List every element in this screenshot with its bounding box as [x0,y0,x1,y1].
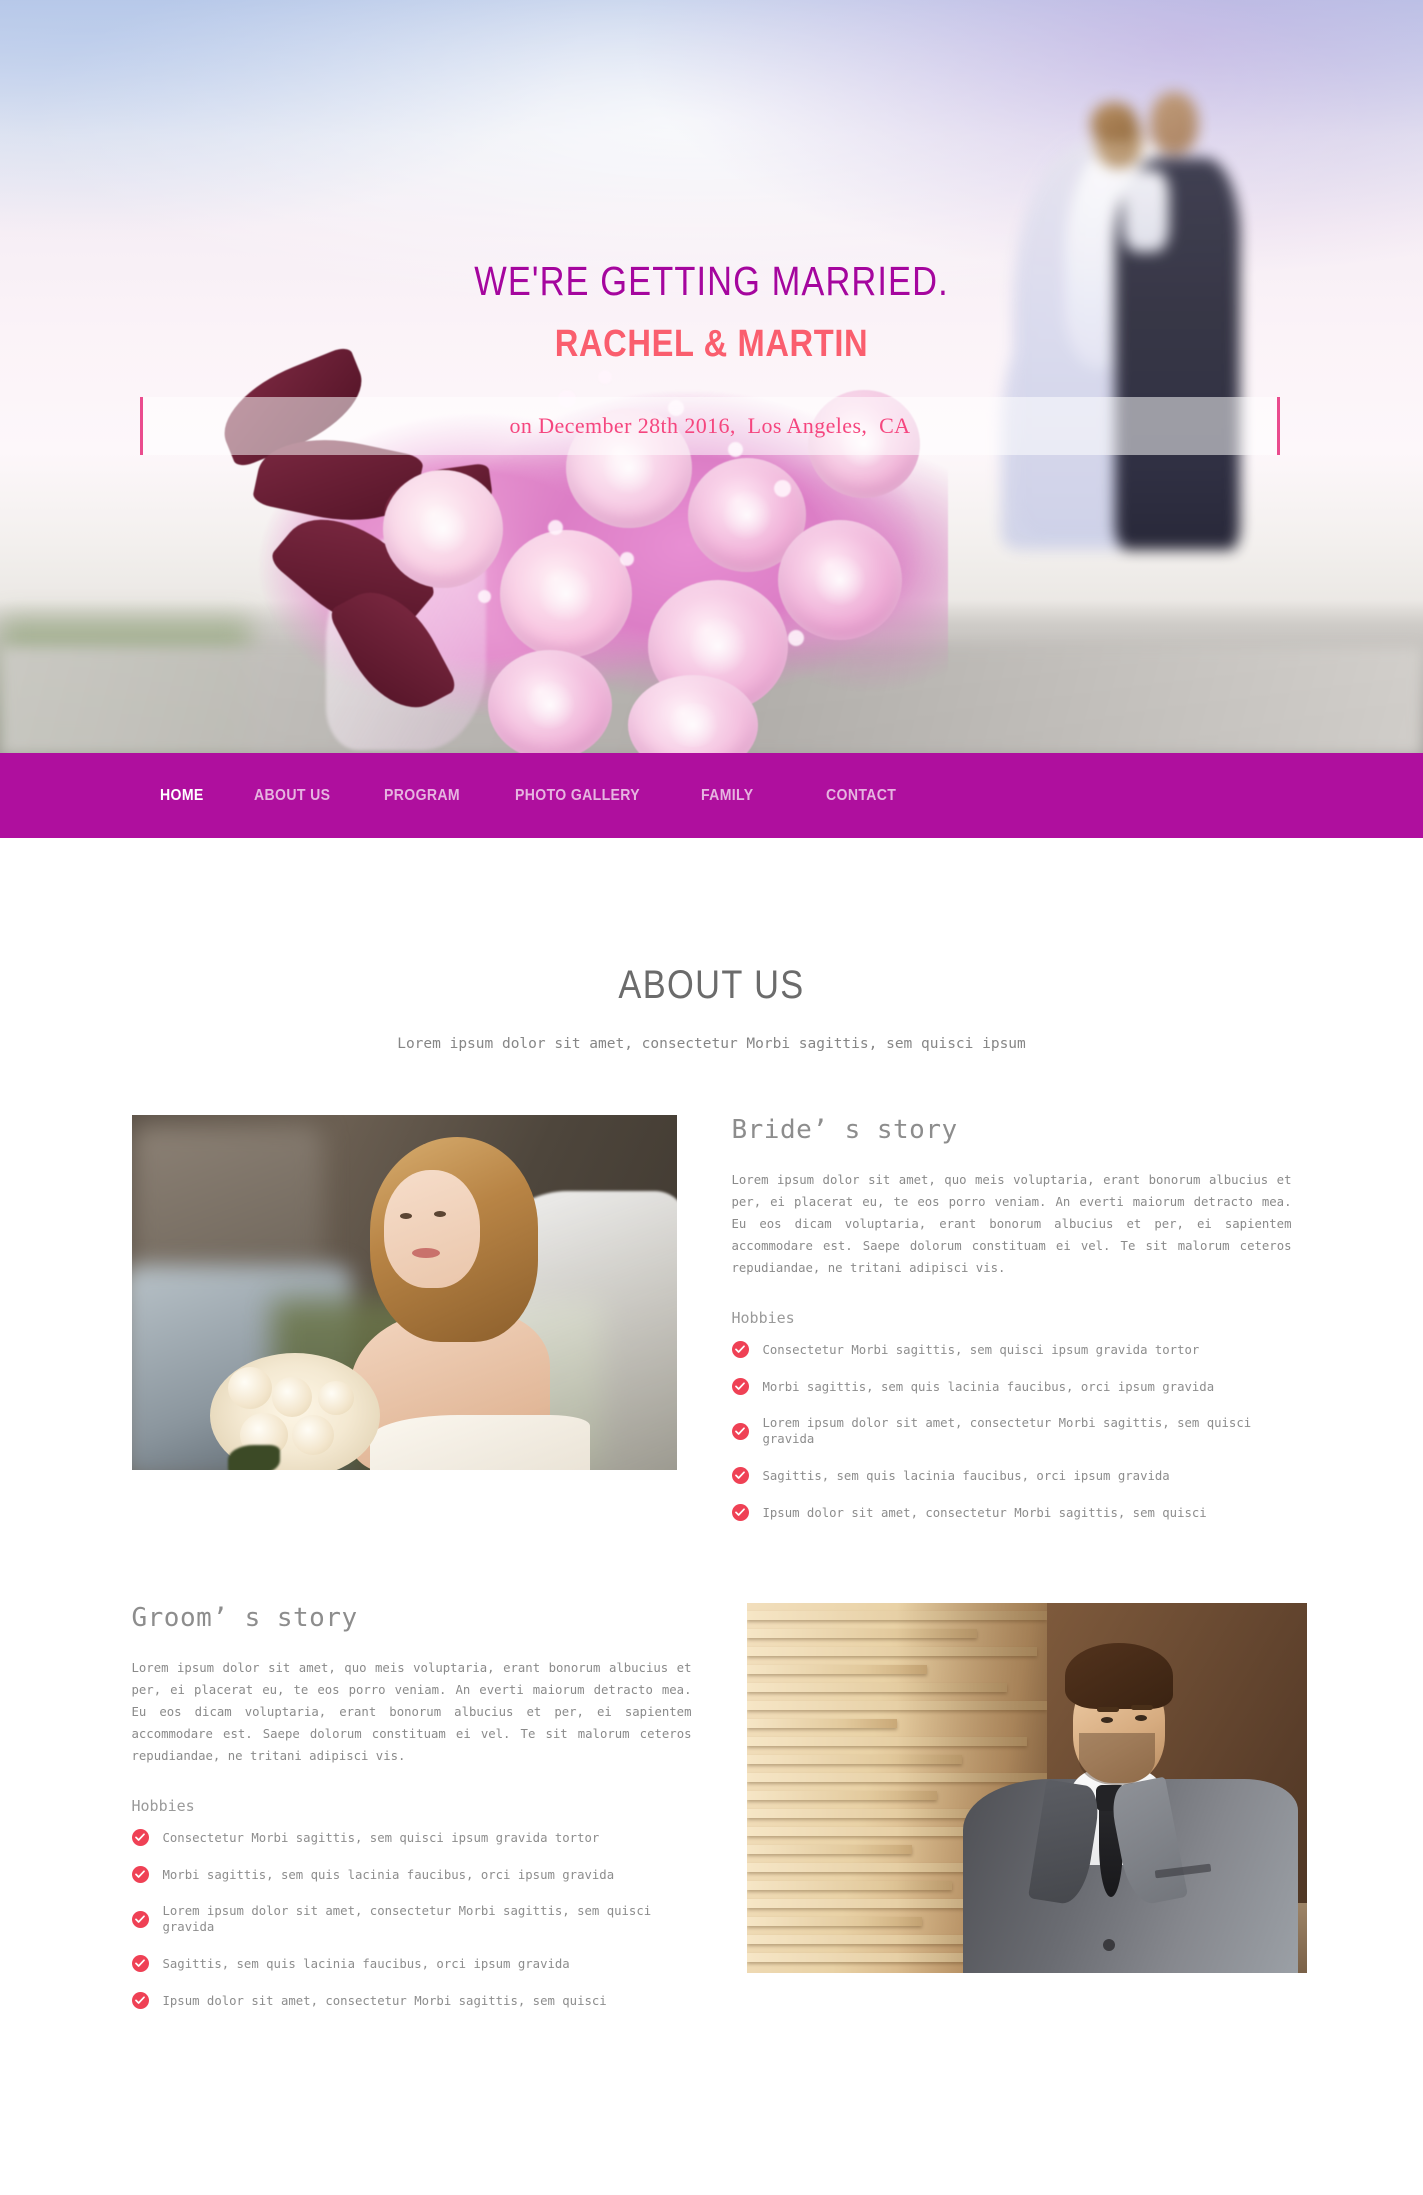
list-item-label: Ipsum dolor sit amet, consectetur Morbi … [762,1505,1207,1520]
list-item: Ipsum dolor sit amet, consectetur Morbi … [131,1992,692,2009]
list-item-label: Sagittis, sem quis lacinia faucibus, orc… [762,1468,1170,1483]
list-item: Sagittis, sem quis lacinia faucibus, orc… [731,1467,1292,1484]
bride-eye [433,1211,446,1217]
groom-eye [1134,1715,1147,1721]
groom-hair [1064,1643,1173,1709]
groom-row: Groom’ s story Lorem ipsum dolor sit ame… [131,1603,1307,2029]
list-item: Sagittis, sem quis lacinia faucibus, orc… [131,1955,692,1972]
babys-breath-cluster [478,590,491,603]
groom-hobbies-list: Consectetur Morbi sagittis, sem quisci i… [131,1829,692,2009]
list-item: Morbi sagittis, sem quis lacinia faucibu… [131,1866,692,1883]
main-navigation: HOME ABOUT US PROGRAM PHOTO GALLERY FAMI… [0,753,1423,838]
bride-eye [399,1213,412,1219]
groom-suit-button [1102,1939,1115,1951]
list-item: Consectetur Morbi sagittis, sem quisci i… [131,1829,692,1846]
groom-photo [746,1603,1307,1973]
check-circle-icon [731,1422,749,1440]
bride-lips [411,1248,440,1258]
bride-hobbies-heading: Hobbies [731,1309,795,1327]
list-item-label: Lorem ipsum dolor sit amet, consectetur … [162,1904,652,1934]
groom-text-column: Groom’ s story Lorem ipsum dolor sit ame… [131,1603,692,2029]
babys-breath-cluster [548,520,563,535]
babys-breath-cluster [598,370,612,384]
wedding-date-bar: on December 28th 2016, Los Angeles, CA [140,397,1280,455]
nav-item-home[interactable]: HOME [160,787,204,805]
hero-text-block: WE'RE GETTING MARRIED. RACHEL & MARTIN [0,0,1423,366]
nav-item-contact[interactable]: CONTACT [826,787,896,805]
groom-eyebrow [1096,1707,1119,1712]
bouquet-rose [383,470,503,588]
list-item-label: Lorem ipsum dolor sit amet, consectetur … [762,1416,1252,1446]
list-item: Morbi sagittis, sem quis lacinia faucibu… [731,1378,1292,1395]
bride-bouquet-foliage [227,1445,280,1470]
list-item-label: Morbi sagittis, sem quis lacinia faucibu… [762,1379,1215,1394]
groom-eye [1100,1717,1113,1723]
nav-item-about-us[interactable]: ABOUT US [254,787,330,805]
groom-hobbies-heading: Hobbies [131,1797,195,1815]
page-title: ABOUT US [618,963,805,1007]
check-circle-icon [731,1341,749,1358]
nav-item-program[interactable]: PROGRAM [384,787,460,805]
groom-beard [1078,1733,1155,1785]
bouquet-image [128,330,948,753]
bride-row: Bride’ s story Lorem ipsum dolor sit ame… [131,1115,1292,1541]
list-item: Ipsum dolor sit amet, consectetur Morbi … [731,1504,1292,1521]
list-item-label: Consectetur Morbi sagittis, sem quisci i… [162,1830,600,1845]
bride-story-paragraph: Lorem ipsum dolor sit amet, quo meis vol… [731,1173,1292,1275]
bouquet-rose [488,650,612,753]
groom-eyebrow [1130,1705,1153,1710]
groom-story-paragraph: Lorem ipsum dolor sit amet, quo meis vol… [131,1661,692,1763]
list-item: Lorem ipsum dolor sit amet, consectetur … [131,1903,692,1935]
babys-breath-cluster [620,552,634,566]
about-subheading: Lorem ipsum dolor sit amet, consectetur … [397,1036,1026,1052]
check-circle-icon [731,1378,749,1395]
about-us-section: ABOUT US Lorem ipsum dolor sit amet, con… [0,838,1423,2195]
check-circle-icon [131,1829,149,1846]
nav-items-container: HOME ABOUT US PROGRAM PHOTO GALLERY FAMI… [160,787,950,805]
bride-bouquet-rose [271,1377,312,1417]
groom-photo-column [746,1603,1307,2029]
list-item: Lorem ipsum dolor sit amet, consectetur … [731,1415,1292,1447]
check-circle-icon [131,1992,149,2009]
check-circle-icon [131,1910,149,1928]
babys-breath-cluster [774,480,791,497]
bride-photo [131,1115,677,1470]
bride-face [383,1170,480,1288]
babys-breath-cluster [788,630,804,646]
check-circle-icon [131,1955,149,1972]
groom-story-heading: Groom’ s story [131,1603,358,1633]
wedding-date-text: on December 28th 2016, Los Angeles, CA [509,413,911,438]
hero-couple-names: RACHEL & MARTIN [554,323,869,365]
list-item-label: Sagittis, sem quis lacinia faucibus, orc… [162,1956,570,1971]
bride-text-column: Bride’ s story Lorem ipsum dolor sit ame… [731,1115,1292,1541]
bride-hobbies-list: Consectetur Morbi sagittis, sem quisci i… [731,1341,1292,1521]
nav-item-photo-gallery[interactable]: PHOTO GALLERY [515,787,640,805]
bride-photo-column [131,1115,677,1541]
list-item-label: Consectetur Morbi sagittis, sem quisci i… [762,1342,1200,1357]
bride-bouquet-rose [227,1367,272,1409]
list-item-label: Morbi sagittis, sem quis lacinia faucibu… [162,1867,615,1882]
hero-banner: WE'RE GETTING MARRIED. RACHEL & MARTIN o… [0,0,1423,753]
bride-bouquet-rose [291,1415,334,1455]
bride-bouquet-rose [317,1381,354,1415]
check-circle-icon [131,1866,149,1883]
page-bottom-whitespace [0,2029,1423,2195]
check-circle-icon [731,1467,749,1484]
hero-title: WE'RE GETTING MARRIED. [474,258,949,304]
bouquet-rose [500,530,632,658]
nav-item-family[interactable]: FAMILY [701,787,753,805]
check-circle-icon [731,1504,749,1521]
list-item: Consectetur Morbi sagittis, sem quisci i… [731,1341,1292,1358]
bouquet-rose [778,520,902,640]
list-item-label: Ipsum dolor sit amet, consectetur Morbi … [162,1993,607,2008]
bride-story-heading: Bride’ s story [731,1115,958,1145]
bride-dress [369,1415,590,1470]
